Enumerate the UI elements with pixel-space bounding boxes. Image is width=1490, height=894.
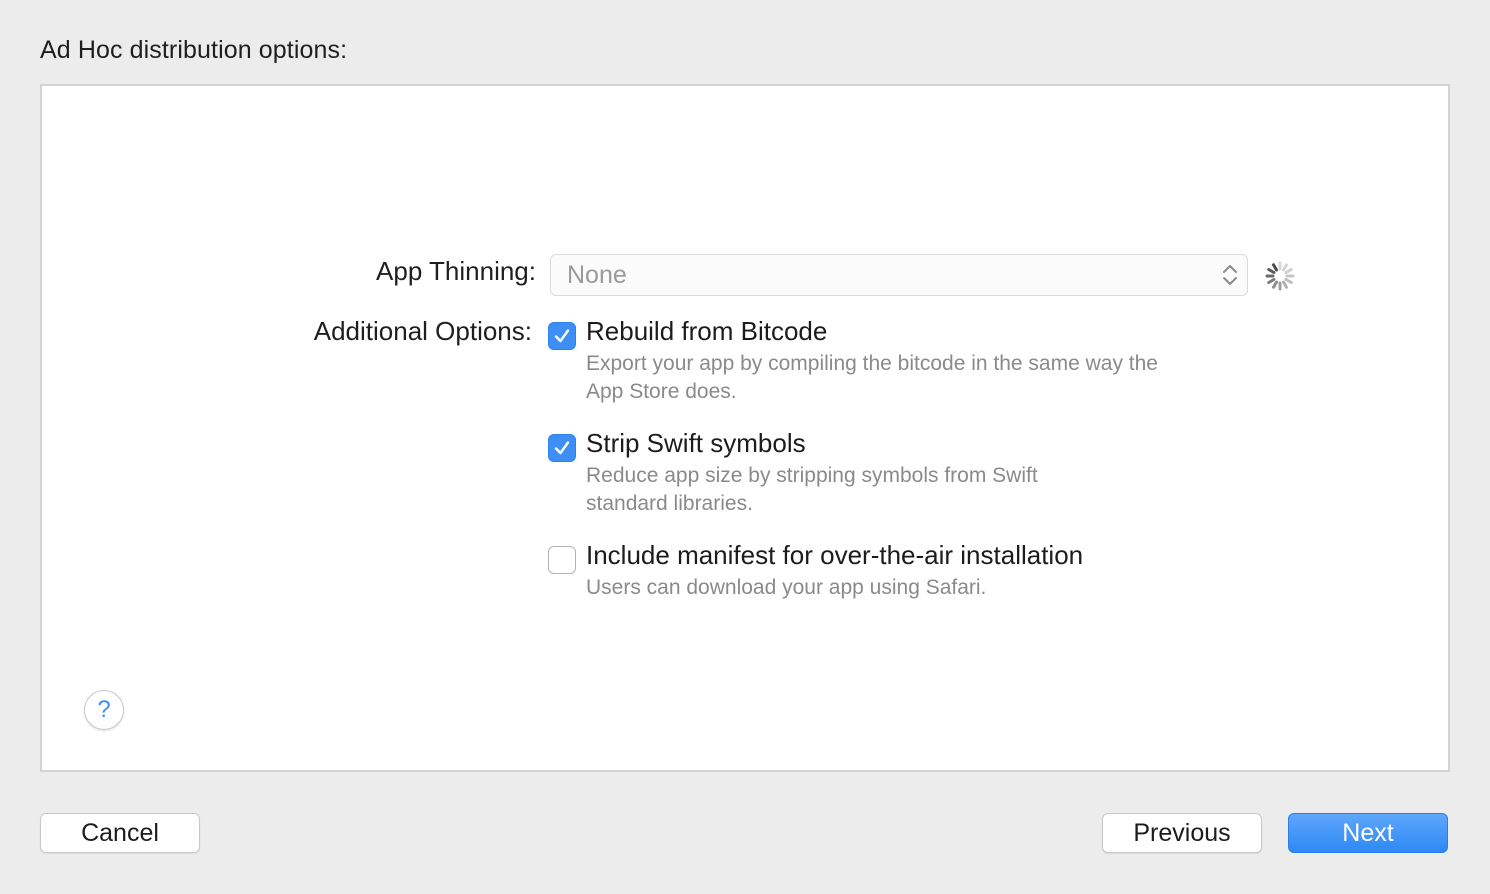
options-panel: App Thinning: None Additional Options: R…: [40, 84, 1450, 772]
option-title[interactable]: Strip Swift symbols: [586, 428, 806, 459]
question-mark-icon: ?: [97, 696, 111, 723]
option-description: Export your app by compiling the bitcode…: [586, 350, 1158, 406]
description-line: Reduce app size by stripping symbols fro…: [586, 464, 1038, 487]
loading-spinner-icon: [1265, 261, 1295, 291]
description-line: Users can download your app using Safari…: [586, 576, 987, 599]
description-line: App Store does.: [586, 380, 737, 403]
next-button[interactable]: Next: [1288, 813, 1448, 853]
additional-options-label: Additional Options:: [313, 316, 532, 346]
description-line: standard libraries.: [586, 492, 753, 515]
description-line: Export your app by compiling the bitcode…: [586, 352, 1158, 375]
option-description: Reduce app size by stripping symbols fro…: [586, 462, 1038, 518]
strip-swift-symbols-checkbox[interactable]: [548, 434, 576, 462]
rebuild-bitcode-checkbox[interactable]: [548, 322, 576, 350]
up-down-chevron-icon: [1223, 265, 1237, 285]
app-thinning-popup[interactable]: None: [550, 254, 1248, 296]
distribution-options-sheet: Ad Hoc distribution options: App Thinnin…: [0, 0, 1490, 894]
previous-button[interactable]: Previous: [1102, 813, 1262, 853]
option-description: Users can download your app using Safari…: [586, 574, 986, 602]
option-title[interactable]: Rebuild from Bitcode: [586, 316, 827, 347]
cancel-button[interactable]: Cancel: [40, 813, 200, 853]
checkmark-icon: [554, 329, 570, 343]
help-button[interactable]: ?: [84, 690, 124, 730]
app-thinning-label: App Thinning:: [376, 256, 536, 286]
checkmark-icon: [554, 441, 570, 455]
include-manifest-checkbox[interactable]: [548, 546, 576, 574]
option-title[interactable]: Include manifest for over-the-air instal…: [586, 540, 1083, 571]
page-title: Ad Hoc distribution options:: [40, 36, 348, 64]
app-thinning-value: None: [567, 260, 627, 289]
